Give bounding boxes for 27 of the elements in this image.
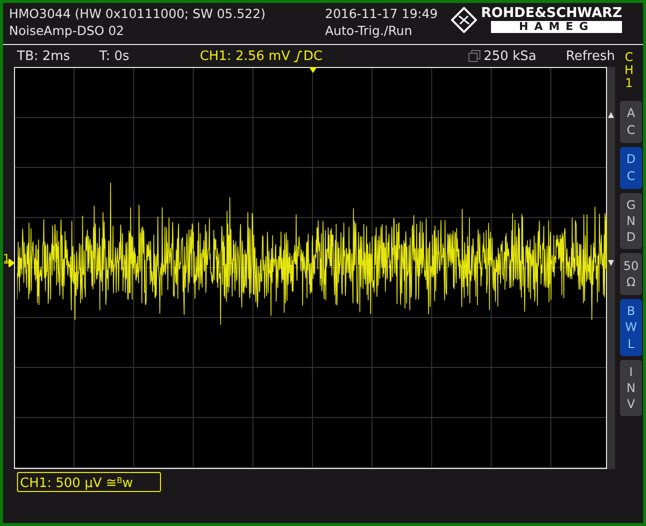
trigger-marker-icon [308,67,317,73]
trigger-status: Auto-Trig./Run [325,23,414,38]
timebase: TB: 2ms [17,48,72,64]
coupling-button[interactable]: INV [620,360,642,416]
level-marker-icon [607,259,616,267]
channel-scale: CH1: 500 µV ≅$^{B}$w [17,472,161,492]
trigger-time: T: 0s [99,48,130,64]
coupling-button[interactable]: GND [620,192,642,250]
scroll-up-icon[interactable] [607,111,616,119]
device-info: HMO3044 (HW 0x10111000; SW 05.522) [9,6,266,21]
channel-reading: CH1: 2.56 mV [200,48,290,64]
coupling-button[interactable]: DC [620,146,642,189]
channel-title: CH1 [623,51,635,91]
acquisition-icon [468,49,481,63]
coupling-button[interactable]: AC [620,100,642,143]
brand-name: ROHDE&SCHWARZ [481,6,622,21]
coupling: DC [303,48,324,64]
setup-name: NoiseAmp-DSO 02 [9,23,126,38]
channel-marker: 1 [3,253,10,264]
sub-brand-name: HAMEG [491,21,622,33]
date-time: 2016-11-17 19:49 [325,6,439,21]
coupling-button[interactable]: 50 Ω [620,253,642,296]
rising-edge-icon [294,50,302,62]
sample-rate: 250 kSa [484,48,538,64]
coupling-button[interactable]: BWL [620,299,642,356]
acquisition-mode: Refresh [566,48,615,64]
logo-icon [451,6,477,32]
